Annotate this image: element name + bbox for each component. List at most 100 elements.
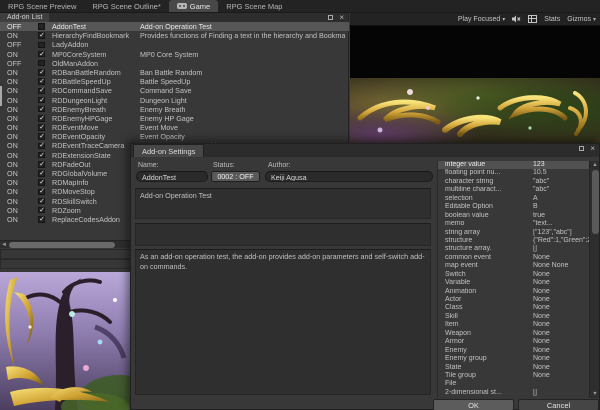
- parameter-row[interactable]: Actor None: [438, 296, 589, 304]
- parameter-row[interactable]: Armor None: [438, 338, 589, 346]
- tab-addon-list[interactable]: Add-on List: [0, 13, 49, 22]
- parameter-row[interactable]: Class None: [438, 304, 589, 312]
- gizmos-dropdown[interactable]: Gizmos ▾: [567, 16, 596, 23]
- parameter-row[interactable]: string array ["123","abc"]: [438, 229, 589, 237]
- addon-list-row[interactable]: ON ✓ RDCommandSave Command Save: [0, 86, 349, 95]
- status-button[interactable]: 0002 : OFF: [211, 171, 260, 182]
- mute-audio-button[interactable]: [512, 15, 521, 23]
- parameter-row[interactable]: common event None: [438, 254, 589, 262]
- check-icon: ✓: [38, 151, 46, 160]
- help-box[interactable]: [135, 223, 431, 246]
- name-input[interactable]: AddonTest: [136, 171, 208, 182]
- summary-box[interactable]: Add-on Operation Test: [135, 188, 431, 219]
- addon-list-row[interactable]: ON ✓ RDDungeonLight Dungeon Light: [0, 96, 349, 105]
- parameter-row[interactable]: Enemy group None: [438, 355, 589, 363]
- addon-list-row[interactable]: ON ✓ RDEnemyHPGage Enemy HP Gage: [0, 114, 349, 123]
- addon-list-row[interactable]: ON ✓ RDBanBattleRandom Ban Battle Random: [0, 68, 349, 77]
- tab-addon-settings[interactable]: Add-on Settings: [133, 144, 204, 157]
- parameter-name: memo: [445, 220, 531, 228]
- addon-list-row[interactable]: ON ✓ HierarchyFindBookmark Provides func…: [0, 31, 349, 40]
- description-box[interactable]: As an add-on operation test, the add-on …: [135, 249, 431, 395]
- parameter-row[interactable]: map event None None: [438, 262, 589, 270]
- parameter-name: structure: [445, 237, 531, 245]
- scroll-up-icon[interactable]: ▲: [590, 162, 600, 168]
- parameter-row[interactable]: 2-dimensional st... []: [438, 389, 589, 397]
- scroll-left-icon[interactable]: ◄: [1, 241, 7, 249]
- parameter-value: None: [533, 372, 589, 380]
- addon-list-row[interactable]: ON ✓ RDEventOpacity Event Opacity: [0, 132, 349, 141]
- tab-rpg-scene-preview[interactable]: RPG Scene Preview: [0, 0, 84, 12]
- parameter-row[interactable]: Variable None: [438, 279, 589, 287]
- stats-toggle-group[interactable]: [528, 15, 537, 23]
- parameter-row[interactable]: integer value 123: [438, 161, 589, 169]
- parameter-row[interactable]: State None: [438, 364, 589, 372]
- parameter-row[interactable]: Weapon None: [438, 330, 589, 338]
- tab-rpg-scene-outline[interactable]: RPG Scene Outline*: [84, 0, 168, 12]
- parameter-row[interactable]: selection A: [438, 195, 589, 203]
- parameter-row[interactable]: boolean value true: [438, 212, 589, 220]
- close-icon[interactable]: ×: [590, 145, 595, 153]
- addon-list-row[interactable]: ON ✓ RDBattleSpeedUp Battle SpeedUp: [0, 77, 349, 86]
- addon-list-row[interactable]: OFF ✓ LadyAddon: [0, 40, 349, 49]
- addon-list-row[interactable]: ON ✓ RDEnemyBreath Enemy Breath: [0, 105, 349, 114]
- scrollbar-thumb[interactable]: [9, 242, 115, 248]
- parameter-row[interactable]: File: [438, 380, 589, 388]
- maximize-icon[interactable]: [579, 146, 584, 151]
- maximize-icon[interactable]: [328, 15, 333, 20]
- close-icon[interactable]: ×: [339, 14, 344, 22]
- parameter-row[interactable]: Editable Option B: [438, 203, 589, 211]
- stats-button[interactable]: Stats: [544, 16, 560, 23]
- addon-list-row[interactable]: OFF ✓ AddonTest Add-on Operation Test: [0, 22, 349, 31]
- parameter-row[interactable]: structure {"Red":1,"Green":2,"Bl...: [438, 237, 589, 245]
- parameter-row[interactable]: memo "text...: [438, 220, 589, 228]
- parameter-row[interactable]: character string "abc": [438, 178, 589, 186]
- addon-state-label: ON: [7, 105, 33, 114]
- parameter-row[interactable]: Item None: [438, 321, 589, 329]
- parameter-name: Skill: [445, 313, 531, 321]
- author-input[interactable]: Keiji Agusa: [265, 171, 433, 182]
- check-icon: ✓: [38, 123, 46, 132]
- addon-checkbox[interactable]: [38, 23, 45, 30]
- addon-state-label: OFF: [7, 40, 33, 49]
- parameter-row[interactable]: Skill None: [438, 313, 589, 321]
- parameter-value: "text...: [533, 220, 589, 228]
- gizmos-label: Gizmos: [567, 16, 591, 23]
- editor-window: RPG Scene Preview RPG Scene Outline* Gam…: [0, 0, 600, 410]
- addon-state-label: ON: [7, 132, 33, 141]
- addon-list-row[interactable]: ON ✓ RDEventMove Event Move: [0, 123, 349, 132]
- tab-rpg-scene-map[interactable]: RPG Scene Map: [218, 0, 290, 12]
- addon-name: RDMapInfo: [52, 178, 138, 187]
- addon-list-row[interactable]: ON ✓ MP0CoreSystem MP0 Core System: [0, 50, 349, 59]
- parameter-name: Enemy: [445, 347, 531, 355]
- addon-description: Event Opacity: [140, 132, 345, 141]
- ok-button[interactable]: OK: [433, 399, 514, 410]
- addon-description: Event Move: [140, 123, 345, 132]
- parameter-row[interactable]: multiline charact... "abc": [438, 186, 589, 194]
- tab-game[interactable]: Game: [169, 0, 218, 12]
- addon-name: RDFadeOut: [52, 160, 138, 169]
- scrollbar-thumb[interactable]: [592, 170, 599, 234]
- parameter-row[interactable]: floating point nu... 10.5: [438, 169, 589, 177]
- parameter-value: None: [533, 304, 589, 312]
- addon-list-row[interactable]: OFF ✓ OldManAddon: [0, 59, 349, 68]
- parameter-row[interactable]: Switch None: [438, 271, 589, 279]
- parameter-row[interactable]: Enemy None: [438, 347, 589, 355]
- parameter-scrollbar[interactable]: ▲ ▼: [589, 161, 599, 398]
- game-toolbar: Play Focused ▾ Stats Gizmos: [350, 13, 600, 26]
- parameter-row[interactable]: Animation None: [438, 288, 589, 296]
- scroll-down-icon[interactable]: ▼: [590, 391, 600, 397]
- addon-state-label: ON: [7, 206, 33, 215]
- parameter-value: "abc": [533, 178, 589, 186]
- addon-name: RDEventMove: [52, 123, 138, 132]
- addon-description: Battle SpeedUp: [140, 77, 345, 86]
- play-focused-dropdown[interactable]: Play Focused ▾: [458, 16, 505, 23]
- addon-checkbox[interactable]: [38, 42, 45, 49]
- parameter-value: ["123","abc"]: [533, 229, 589, 237]
- parameter-row[interactable]: structure array. []: [438, 245, 589, 253]
- check-icon: ✓: [38, 160, 46, 169]
- cancel-button[interactable]: Cancel: [518, 399, 599, 410]
- addon-checkbox[interactable]: [38, 60, 45, 67]
- vertical-scrollbar-thumb[interactable]: [0, 86, 2, 106]
- parameter-row[interactable]: Tile group None: [438, 372, 589, 380]
- check-icon: ✓: [38, 50, 46, 59]
